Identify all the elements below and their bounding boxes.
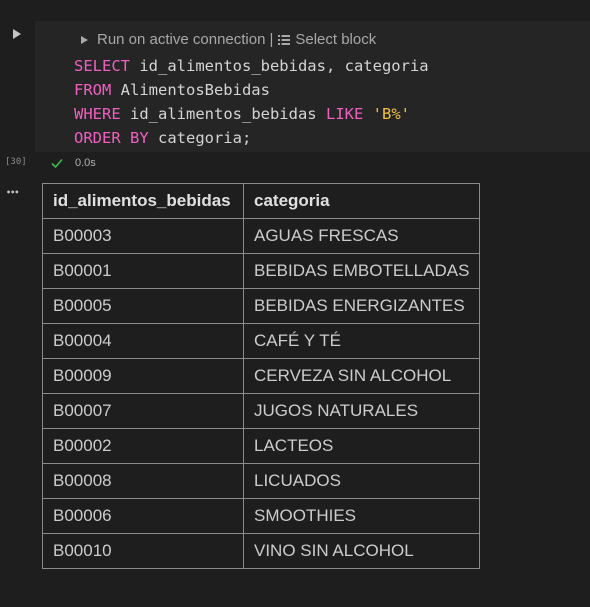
table-cell: LACTEOS [242, 428, 481, 464]
cell-toolbar: Run on active connection | Select block [77, 31, 376, 48]
table-cell: B00008 [42, 463, 244, 499]
run-on-active-connection-label: Run on active connection [97, 31, 266, 48]
play-icon [13, 29, 21, 39]
run-on-active-connection-button[interactable]: Run on active connection [77, 31, 265, 48]
sql-keyword: SELECT [74, 57, 130, 75]
check-icon [51, 158, 63, 169]
run-cell-button[interactable] [10, 26, 24, 40]
table-cell: SMOOTHIES [242, 498, 481, 534]
execution-count: [30] [5, 157, 27, 167]
code-line-1: SELECT id_alimentos_bebidas, categoria [74, 54, 429, 78]
table-row: B00001 BEBIDAS EMBOTELLADAS [42, 253, 481, 289]
table-cell: B00009 [42, 358, 244, 394]
table-cell: LICUADOS [242, 463, 481, 499]
code-line-4: ORDER BY categoria; [74, 126, 429, 150]
result-table: id_alimentos_bebidas categoria B00003 AGU… [42, 183, 481, 569]
table-cell: BEBIDAS EMBOTELLADAS [242, 253, 481, 289]
code-line-3: WHERE id_alimentos_bebidas LIKE 'B%' [74, 102, 429, 126]
code-editor[interactable]: SELECT id_alimentos_bebidas, categoria FR… [74, 54, 429, 150]
table-cell: B00010 [42, 533, 244, 569]
code-line-2: FROM AlimentosBebidas [74, 78, 429, 102]
table-row: B00007 JUGOS NATURALES [42, 393, 481, 429]
table-row: B00010 VINO SIN ALCOHOL [42, 533, 481, 569]
table-cell: BEBIDAS ENERGIZANTES [242, 288, 481, 324]
table-cell: CAFÉ Y TÉ [242, 323, 481, 359]
table-row: B00006 SMOOTHIES [42, 498, 481, 534]
table-cell: B00003 [42, 218, 244, 254]
sql-string: 'B%' [372, 105, 410, 123]
table-cell: AGUAS FRESCAS [242, 218, 481, 254]
select-block-button[interactable]: Select block [277, 31, 376, 48]
notebook-page: [30] ••• Run on active connection | Sele… [0, 0, 590, 607]
code-text: categoria; [148, 129, 252, 147]
table-row: B00002 LACTEOS [42, 428, 481, 464]
table-cell: B00002 [42, 428, 244, 464]
table-cell: B00007 [42, 393, 244, 429]
sql-keyword: WHERE [74, 105, 121, 123]
table-cell: VINO SIN ALCOHOL [242, 533, 481, 569]
table-cell: CERVEZA SIN ALCOHOL [242, 358, 481, 394]
table-row: B00004 CAFÉ Y TÉ [42, 323, 481, 359]
code-text: AlimentosBebidas [111, 81, 270, 99]
table-header-row: id_alimentos_bebidas categoria [42, 183, 481, 219]
more-actions-button[interactable]: ••• [6, 184, 19, 198]
table-cell: B00005 [42, 288, 244, 324]
table-cell: B00001 [42, 253, 244, 289]
code-cell[interactable]: Run on active connection | Select block … [35, 21, 590, 152]
play-icon [81, 35, 88, 44]
code-text: id_alimentos_bebidas, categoria [130, 57, 429, 75]
list-icon [278, 34, 291, 45]
table-cell: JUGOS NATURALES [242, 393, 481, 429]
execution-status: 0.0s [50, 156, 96, 170]
table-row: B00008 LICUADOS [42, 463, 481, 499]
ellipsis-icon: ••• [6, 188, 19, 197]
column-header: categoria [242, 183, 481, 219]
table-row: B00009 CERVEZA SIN ALCOHOL [42, 358, 481, 394]
table-cell: B00006 [42, 498, 244, 534]
sql-keyword: FROM [74, 81, 112, 99]
code-text: id_alimentos_bebidas [120, 105, 326, 123]
select-block-label: Select block [295, 31, 377, 48]
table-row: B00003 AGUAS FRESCAS [42, 218, 481, 254]
table-cell: B00004 [42, 323, 244, 359]
execution-duration: 0.0s [75, 157, 96, 169]
sql-keyword: ORDER BY [74, 129, 149, 147]
table-row: B00005 BEBIDAS ENERGIZANTES [42, 288, 481, 324]
toolbar-separator: | [269, 31, 274, 48]
column-header: id_alimentos_bebidas [42, 183, 244, 219]
sql-keyword: LIKE [325, 105, 364, 123]
